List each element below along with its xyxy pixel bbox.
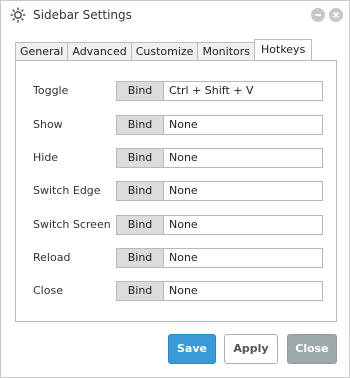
window-title: Sidebar Settings (33, 8, 132, 22)
bind-close-button[interactable]: Bind (116, 281, 164, 301)
hotkey-row-toggle: Toggle Bind Ctrl + Shift + V (16, 81, 336, 101)
tab-hotkeys[interactable]: Hotkeys (254, 39, 313, 60)
hotkey-label: Hide (33, 151, 59, 164)
minimize-icon (315, 14, 321, 16)
tab-monitors[interactable]: Monitors (197, 42, 255, 60)
hotkey-row-hide: Hide Bind None (16, 148, 336, 168)
bind-hide-button[interactable]: Bind (116, 148, 164, 168)
hotkey-row-switch-screen: Switch Screen Bind None (16, 215, 336, 235)
save-button[interactable]: Save (168, 334, 216, 364)
tab-customize[interactable]: Customize (130, 42, 199, 60)
bind-switch-screen-button[interactable]: Bind (116, 215, 164, 235)
close-button[interactable]: Close (287, 334, 337, 364)
hotkey-row-switch-edge: Switch Edge Bind None (16, 181, 336, 201)
hotkey-label: Show (33, 118, 63, 131)
hotkey-hide-field[interactable]: None (163, 148, 323, 168)
bind-reload-button[interactable]: Bind (116, 248, 164, 268)
close-window-button[interactable] (329, 8, 343, 22)
gear-icon (9, 6, 27, 24)
bind-show-button[interactable]: Bind (116, 115, 164, 135)
apply-button[interactable]: Apply (224, 334, 278, 364)
hotkey-show-field[interactable]: None (163, 115, 323, 135)
hotkey-row-show: Show Bind None (16, 115, 336, 135)
hotkey-switch-edge-field[interactable]: None (163, 181, 323, 201)
hotkey-row-close: Close Bind None (16, 281, 336, 301)
hotkey-label: Reload (33, 251, 71, 264)
hotkey-label: Toggle (33, 84, 69, 97)
hotkey-toggle-field[interactable]: Ctrl + Shift + V (163, 81, 323, 101)
hotkey-label: Switch Screen (33, 218, 111, 231)
title-bar[interactable]: Sidebar Settings (1, 1, 349, 31)
settings-window: Sidebar Settings General Advanced Custom… (0, 0, 350, 378)
hotkey-label: Close (33, 284, 63, 297)
bind-switch-edge-button[interactable]: Bind (116, 181, 164, 201)
bind-toggle-button[interactable]: Bind (116, 81, 164, 101)
tab-general[interactable]: General (15, 42, 69, 60)
hotkey-switch-screen-field[interactable]: None (163, 215, 323, 235)
tab-advanced[interactable]: Advanced (67, 42, 132, 60)
hotkey-row-reload: Reload Bind None (16, 248, 336, 268)
close-icon (332, 11, 340, 19)
hotkey-reload-field[interactable]: None (163, 248, 323, 268)
hotkey-label: Switch Edge (33, 184, 101, 197)
hotkeys-panel: Toggle Bind Ctrl + Shift + V Show Bind N… (15, 60, 337, 322)
tab-strip: General Advanced Customize Monitors Hotk… (15, 39, 313, 60)
minimize-button[interactable] (311, 8, 325, 22)
hotkey-close-field[interactable]: None (163, 281, 323, 301)
